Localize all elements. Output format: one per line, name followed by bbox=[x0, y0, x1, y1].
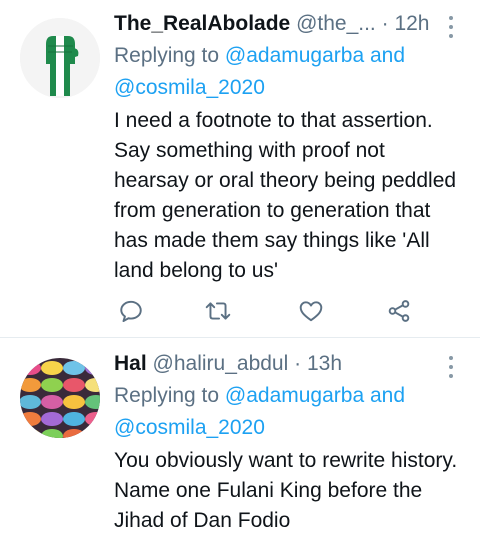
tweet-text: I need a footnote to that assertion. Say… bbox=[114, 109, 457, 282]
tweet-content: Hal @haliru_abdul · 13h Replying to @ada… bbox=[114, 348, 464, 536]
replying-to-prefix: Replying to bbox=[114, 44, 225, 67]
replying-to-and[interactable]: and bbox=[364, 44, 405, 67]
tweet-actions bbox=[118, 298, 418, 326]
avatar[interactable] bbox=[20, 18, 100, 98]
tweet-text: You obviously want to rewrite history. N… bbox=[114, 449, 458, 532]
more-options-icon[interactable] bbox=[448, 16, 454, 38]
tweet-header: Hal @haliru_abdul · 13h bbox=[114, 348, 464, 380]
timestamp[interactable]: 13h bbox=[307, 352, 342, 375]
tweet[interactable]: The_RealAbolade @the_... · 12h Replying … bbox=[0, 0, 480, 338]
display-name[interactable]: Hal bbox=[114, 352, 147, 375]
separator-dot: · bbox=[294, 352, 302, 375]
mention-link[interactable]: @adamugarba bbox=[225, 44, 364, 67]
replying-to: Replying to @adamugarba and @cosmila_202… bbox=[114, 380, 464, 444]
replying-to-and[interactable]: and bbox=[364, 384, 405, 407]
tweet-content: The_RealAbolade @the_... · 12h Replying … bbox=[114, 8, 464, 286]
tweet-header: The_RealAbolade @the_... · 12h bbox=[114, 8, 464, 40]
display-name[interactable]: The_RealAbolade bbox=[114, 12, 290, 35]
retweet-icon[interactable] bbox=[204, 298, 232, 324]
more-options-icon[interactable] bbox=[448, 356, 454, 378]
macarons-avatar bbox=[20, 358, 100, 438]
raised-fist-avatar bbox=[20, 18, 100, 98]
avatar[interactable] bbox=[20, 358, 100, 438]
mention-link[interactable]: @cosmila_2020 bbox=[114, 416, 265, 439]
timestamp[interactable]: 12h bbox=[394, 12, 429, 35]
user-handle[interactable]: @the_... bbox=[296, 12, 376, 35]
user-handle[interactable]: @haliru_abdul bbox=[153, 352, 289, 375]
tweet[interactable]: Hal @haliru_abdul · 13h Replying to @ada… bbox=[0, 338, 480, 544]
separator-dot: · bbox=[381, 12, 389, 35]
mention-link[interactable]: @adamugarba bbox=[225, 384, 364, 407]
replying-to: Replying to @adamugarba and @cosmila_202… bbox=[114, 40, 464, 104]
replying-to-prefix: Replying to bbox=[114, 384, 225, 407]
reply-icon[interactable] bbox=[118, 298, 144, 324]
like-icon[interactable] bbox=[298, 298, 324, 324]
mention-link[interactable]: @cosmila_2020 bbox=[114, 76, 265, 99]
share-icon[interactable] bbox=[386, 298, 412, 324]
